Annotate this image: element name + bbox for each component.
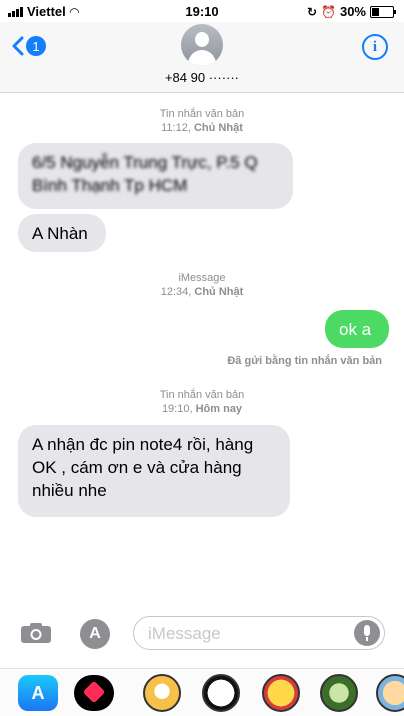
timestamp-divider: Tin nhắn văn bản 11:12, Chủ Nhật (0, 107, 404, 135)
rotation-lock-icon: ↻ (306, 4, 318, 19)
alarm-icon: ⏰ (321, 4, 336, 19)
received-message-bubble[interactable]: A nhận đc pin note4 rồi, hàng OK , cám ơ… (18, 425, 290, 517)
camera-icon[interactable] (20, 622, 52, 644)
contact-number[interactable]: +84 90 ······· (0, 70, 404, 85)
timestamp-divider: iMessage 12:34, Chủ Nhật (0, 271, 404, 299)
sticker-cap-icon[interactable] (320, 674, 358, 712)
message-type-label: Tin nhắn văn bản (159, 389, 245, 401)
timestamp-time: 11:12 (161, 122, 188, 134)
sticker-panda-icon[interactable] (202, 674, 240, 712)
back-button[interactable]: 1 (12, 36, 46, 56)
message-type-label: iMessage (178, 272, 226, 284)
message-text-line: OK , cám ơn e và cửa hàng (32, 458, 242, 477)
message-text-line: nhiều nhe (32, 481, 107, 500)
status-right: ↻ ⏰ 30% (306, 4, 396, 19)
app-drawer: A (0, 668, 404, 716)
sticker-boy-icon[interactable] (262, 674, 300, 712)
app-store-icon[interactable]: A (80, 619, 110, 649)
message-type-label: Tin nhắn văn bản (159, 108, 245, 120)
message-text-line: A nhận đc pin note4 rồi, hàng (32, 435, 254, 454)
sticker-girl-icon[interactable] (143, 674, 181, 712)
delivery-note: Đã gửi bằng tin nhắn văn bản (227, 355, 382, 367)
digital-touch-icon[interactable] (74, 675, 114, 711)
message-text-line: 6/5 Nguyễn Trung Trực, P.5 Q (32, 153, 258, 172)
person-body-icon (188, 50, 216, 66)
chevron-left-icon (12, 36, 24, 56)
status-bar: Viettel ◠ 19:10 ↻ ⏰ 30% (0, 0, 404, 22)
message-text: A Nhàn (32, 224, 88, 243)
battery-percent: 30% (339, 4, 366, 19)
message-input-placeholder: iMessage (148, 624, 221, 643)
sticker-kid-icon[interactable] (376, 674, 404, 712)
contact-avatar[interactable] (181, 24, 223, 66)
timestamp-day: Chủ Nhật (193, 122, 243, 134)
composer-bar: A iMessage (0, 612, 404, 656)
timestamp-divider: Tin nhắn văn bản 19:10, Hôm nay (0, 388, 404, 416)
timestamp-time: 19:10 (161, 403, 190, 415)
sent-message-bubble[interactable]: ok a (325, 310, 389, 348)
received-message-bubble[interactable]: 6/5 Nguyễn Trung Trực, P.5 Q Bình Thạnh … (18, 143, 293, 209)
battery-icon (370, 5, 396, 18)
message-text: ok a (339, 320, 372, 339)
conversation-header: 1 +84 90 ······· i (0, 22, 404, 93)
timestamp-day: Chủ Nhật (194, 286, 244, 298)
message-text-line: Bình Thạnh Tp HCM (32, 176, 188, 195)
info-button[interactable]: i (362, 34, 388, 60)
person-head-icon (195, 32, 209, 47)
message-input[interactable]: iMessage (133, 616, 385, 650)
timestamp-day: Hôm nay (195, 403, 243, 415)
microphone-icon[interactable] (354, 620, 380, 646)
timestamp-time: 12:34 (160, 286, 189, 298)
unread-count-badge: 1 (26, 36, 46, 56)
heart-icon (82, 680, 106, 704)
received-message-bubble[interactable]: A Nhàn (18, 214, 106, 252)
app-store-drawer-icon[interactable]: A (18, 675, 58, 711)
